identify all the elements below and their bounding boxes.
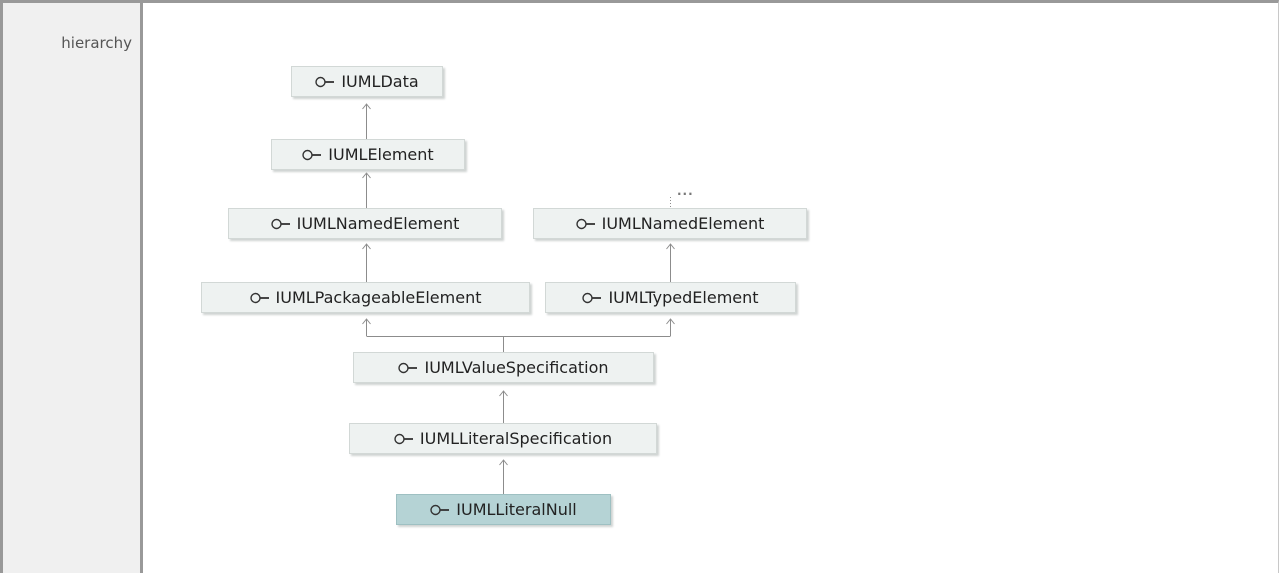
node-iumlelement[interactable]: IUMLElement [271, 139, 465, 170]
interface-icon [270, 218, 291, 230]
node-iumlliteralnull[interactable]: IUMLLiteralNull [396, 494, 611, 525]
node-label: IUMLValueSpecification [424, 358, 609, 377]
interface-icon [302, 149, 322, 161]
node-iumlvaluespecification[interactable]: IUMLValueSpecification [353, 352, 654, 383]
node-label: IUMLElement [328, 145, 434, 164]
interface-icon [430, 504, 450, 516]
node-label: IUMLLiteralSpecification [419, 429, 613, 448]
node-iumlnamedelement-left[interactable]: IUMLNamedElement [228, 208, 502, 239]
interface-icon [582, 292, 602, 304]
more-ancestors-marker[interactable]: ... [677, 184, 694, 198]
node-label: IUMLTypedElement [608, 288, 759, 307]
interface-icon [249, 292, 270, 304]
node-iumldata[interactable]: IUMLData [291, 66, 443, 97]
node-iumlliteralspecification[interactable]: IUMLLiteralSpecification [349, 423, 657, 454]
interface-icon [394, 433, 414, 445]
node-label: IUMLNamedElement [296, 214, 460, 233]
node-iumlpackageableelement[interactable]: IUMLPackageableElement [201, 282, 530, 313]
node-label: IUMLNamedElement [601, 214, 765, 233]
node-iumltypedelement[interactable]: IUMLTypedElement [545, 282, 796, 313]
interface-icon [575, 218, 596, 230]
node-label: IUMLLiteralNull [456, 500, 577, 519]
node-label: IUMLPackageableElement [275, 288, 482, 307]
interface-icon [315, 76, 335, 88]
node-label: IUMLData [341, 72, 419, 91]
interface-icon [398, 362, 418, 374]
node-iumlnamedelement-right[interactable]: IUMLNamedElement [533, 208, 807, 239]
